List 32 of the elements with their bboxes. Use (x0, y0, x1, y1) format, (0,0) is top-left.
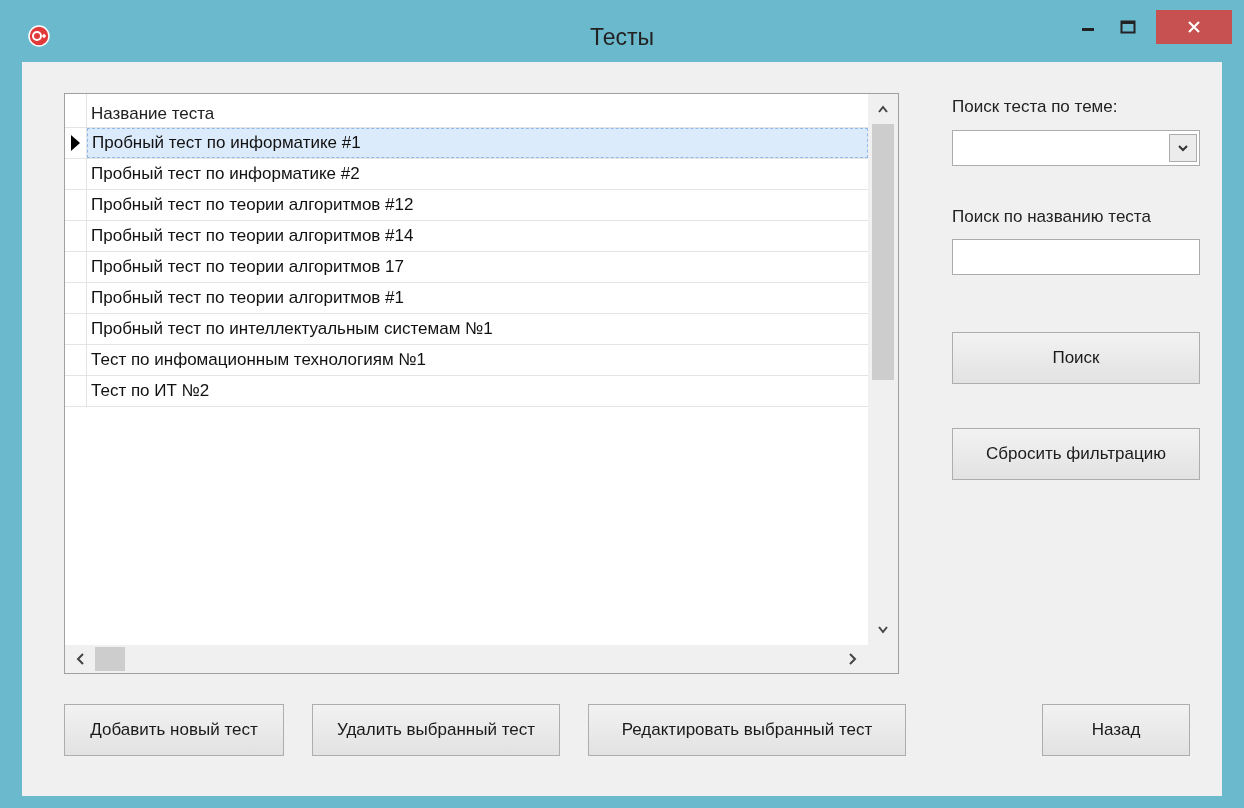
table-row[interactable]: Тест по инфомационным технологиям №1 (87, 345, 868, 375)
column-header[interactable]: Название теста (87, 94, 868, 127)
button[interactable]: Редактировать выбранный тест (588, 704, 906, 756)
maximize-icon[interactable] (1120, 19, 1136, 35)
table-row[interactable]: Пробный тест по теории алгоритмов 17 (87, 252, 868, 282)
button[interactable]: Добавить новый тест (64, 704, 284, 756)
close-button[interactable] (1156, 10, 1232, 44)
scrollbar-thumb[interactable] (95, 647, 125, 671)
dropdown-button[interactable] (1169, 133, 1197, 162)
vertical-scrollbar[interactable] (868, 94, 898, 645)
app-icon (28, 25, 50, 47)
table-row[interactable]: Пробный тест по интеллектуальным системам №1 (87, 314, 868, 344)
scrollbar-thumb[interactable] (872, 124, 894, 380)
close-icon (1187, 20, 1201, 34)
button[interactable]: Сбросить фильтрацию (952, 428, 1200, 480)
name-search-field[interactable] (952, 239, 1200, 275)
table-row[interactable]: Пробный тест по теории алгоритмов #12 (87, 190, 868, 220)
button[interactable]: Удалить выбранный тест (312, 704, 560, 756)
table-row[interactable]: Пробный тест по информатике #1 (87, 128, 868, 158)
table-row[interactable]: Пробный тест по теории алгоритмов #1 (87, 283, 868, 313)
table-row[interactable]: Пробный тест по теории алгоритмов #14 (87, 221, 868, 251)
button[interactable]: Поиск (952, 332, 1200, 384)
table-row[interactable]: Тест по ИТ №2 (87, 376, 868, 406)
scroll-right-icon[interactable] (846, 652, 858, 666)
field-label: Поиск теста по теме: (952, 96, 1119, 118)
scroll-left-icon[interactable] (75, 652, 87, 666)
window-title: Тесты (589, 22, 655, 52)
button[interactable]: Назад (1042, 704, 1190, 756)
chevron-down-icon (1177, 142, 1189, 153)
field-label: Поиск по названию теста (952, 205, 1152, 228)
table-row[interactable]: Пробный тест по информатике #2 (87, 159, 868, 189)
horizontal-scrollbar[interactable] (65, 645, 898, 673)
